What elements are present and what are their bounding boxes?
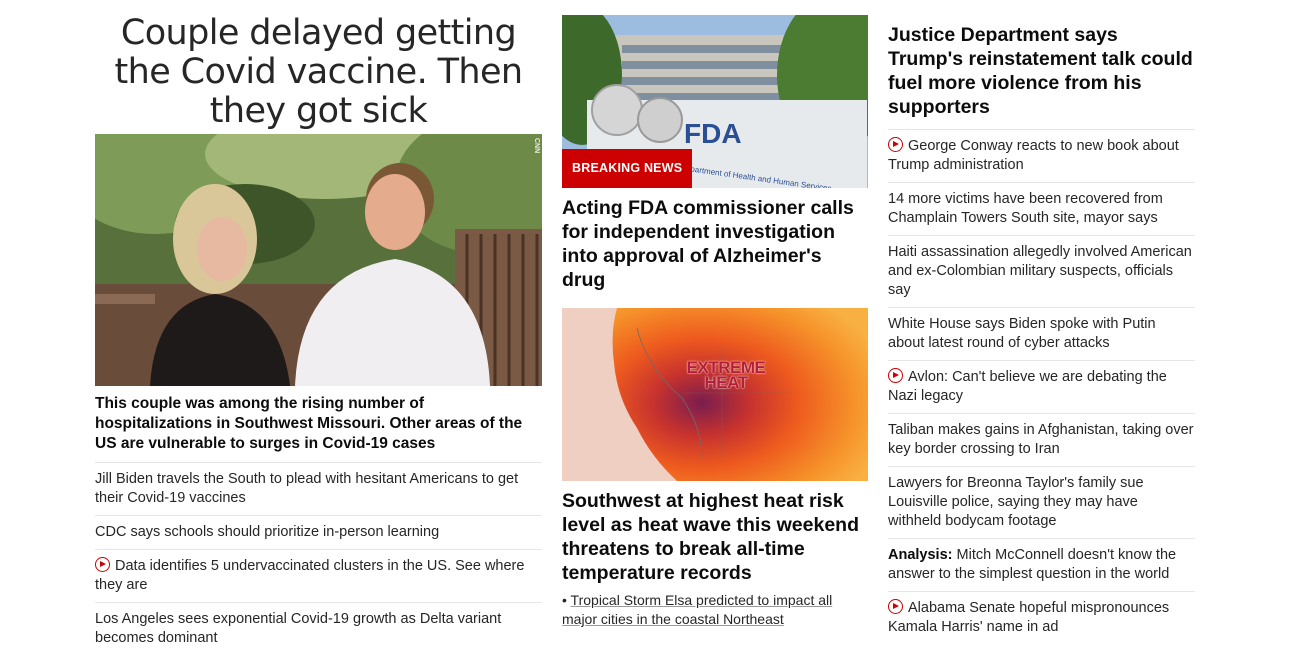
list-item[interactable]: 14 more victims have been recovered from… xyxy=(888,183,1195,236)
middle-column: FDA Department of Health and Human Servi… xyxy=(562,15,868,629)
heat-map-image[interactable]: EXTREME HEAT xyxy=(562,308,868,481)
list-item-text: Avlon: Can't believe we are debating the… xyxy=(888,369,1167,404)
list-item[interactable]: Alabama Senate hopeful mispronounces Kam… xyxy=(888,592,1195,644)
play-circle-icon xyxy=(888,137,903,152)
lead-sub-headline[interactable]: This couple was among the rising number … xyxy=(95,386,542,463)
couple-photo-art xyxy=(95,134,542,386)
right-story-list: George Conway reacts to new book about T… xyxy=(888,130,1195,644)
play-circle-icon xyxy=(888,368,903,383)
list-item-text: George Conway reacts to new book about T… xyxy=(888,138,1179,173)
analysis-label: Analysis: xyxy=(888,547,953,563)
list-item-text: Alabama Senate hopeful mispronounces Kam… xyxy=(888,600,1170,635)
cnn-watermark: CNN xyxy=(533,138,540,154)
lead-story-list: Jill Biden travels the South to plead wi… xyxy=(95,463,542,655)
bullet: • xyxy=(562,592,567,608)
list-item[interactable]: Data identifies 5 undervaccinated cluste… xyxy=(95,550,542,603)
list-item[interactable]: George Conway reacts to new book about T… xyxy=(888,130,1195,183)
couple-photo[interactable]: CNN xyxy=(95,134,542,386)
heat-map-art xyxy=(562,308,868,481)
list-item[interactable]: Jill Biden travels the South to plead wi… xyxy=(95,463,542,516)
list-item[interactable]: Taliban makes gains in Afghanistan, taki… xyxy=(888,414,1195,467)
list-item[interactable]: Lawyers for Breonna Taylor's family sue … xyxy=(888,467,1195,539)
list-item[interactable]: CDC says schools should prioritize in-pe… xyxy=(95,516,542,550)
play-circle-icon xyxy=(888,599,903,614)
list-item-text: White House says Biden spoke with Putin … xyxy=(888,316,1156,351)
list-item[interactable]: Haiti assassination allegedly involved A… xyxy=(888,236,1195,308)
justice-headline[interactable]: Justice Department says Trump's reinstat… xyxy=(888,23,1195,130)
fda-building-photo[interactable]: FDA Department of Health and Human Servi… xyxy=(562,15,868,188)
list-item-text: Lawyers for Breonna Taylor's family sue … xyxy=(888,475,1144,529)
list-item[interactable]: Avlon: Can't believe we are debating the… xyxy=(888,361,1195,414)
list-item-text: Taliban makes gains in Afghanistan, taki… xyxy=(888,422,1194,457)
list-item-text: Haiti assassination allegedly involved A… xyxy=(888,244,1192,298)
fda-sign-text: FDA xyxy=(684,118,742,149)
heat-headline[interactable]: Southwest at highest heat risk level as … xyxy=(562,481,868,585)
list-item-text: CDC says schools should prioritize in-pe… xyxy=(95,524,440,540)
list-item-text: 14 more victims have been recovered from… xyxy=(888,191,1163,226)
lead-story-column: Couple delayed getting the Covid vaccine… xyxy=(95,12,542,655)
related-link-text: Tropical Storm Elsa predicted to impact … xyxy=(562,592,833,627)
map-label-line-2: HEAT xyxy=(704,373,748,392)
list-item[interactable]: Los Angeles sees exponential Covid-19 gr… xyxy=(95,603,542,655)
extreme-heat-label: EXTREME HEAT xyxy=(676,359,776,392)
related-link[interactable]: • Tropical Storm Elsa predicted to impac… xyxy=(562,585,868,629)
play-circle-icon xyxy=(95,557,110,572)
list-item-text: Los Angeles sees exponential Covid-19 gr… xyxy=(95,611,502,646)
list-item-text: Jill Biden travels the South to plead wi… xyxy=(95,471,519,506)
list-item-text: Data identifies 5 undervaccinated cluste… xyxy=(95,558,525,593)
right-column: Justice Department says Trump's reinstat… xyxy=(888,23,1195,644)
fda-headline[interactable]: Acting FDA commissioner calls for indepe… xyxy=(562,188,868,292)
breaking-news-badge: BREAKING NEWS xyxy=(562,149,693,188)
lead-headline[interactable]: Couple delayed getting the Covid vaccine… xyxy=(95,12,542,134)
list-item[interactable]: White House says Biden spoke with Putin … xyxy=(888,308,1195,361)
list-item[interactable]: Analysis: Mitch McConnell doesn't know t… xyxy=(888,539,1195,592)
